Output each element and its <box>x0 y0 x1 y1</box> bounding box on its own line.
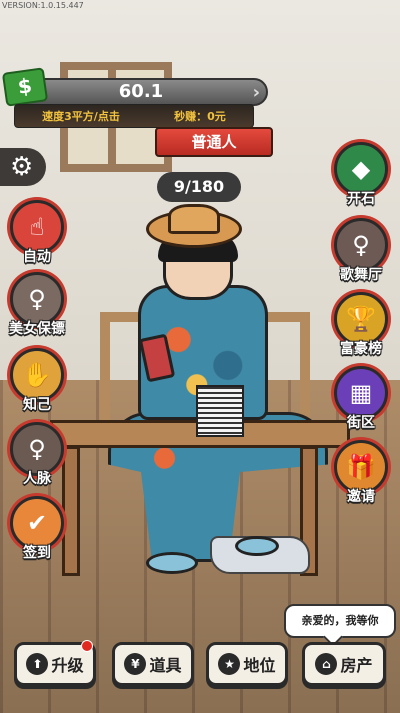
progress-counter: 9/180 <box>157 172 241 202</box>
dance-hall-button[interactable]: ♀ 歌舞厅 <box>326 218 396 284</box>
settings-button[interactable]: ⚙ <box>0 148 46 186</box>
rich-list-label: 富豪榜 <box>340 341 382 357</box>
confidant-button[interactable]: ✋ 知己 <box>2 348 72 414</box>
version-label: VERSION:1.0.15.447 <box>2 1 84 10</box>
confidant-label: 知己 <box>23 397 51 413</box>
bodyguard-label: 美女保镖 <box>9 321 65 337</box>
property-button[interactable]: ⌂ 房产 <box>302 642 386 686</box>
upgrade-icon: ⬆ <box>26 653 49 675</box>
property-label: 房产 <box>340 656 373 675</box>
rank-title-badge[interactable]: 普通人 <box>155 127 273 157</box>
cash-icon: $ <box>1 67 49 107</box>
invite-label: 邀请 <box>347 489 375 505</box>
notification-dot <box>81 640 93 652</box>
house-icon: ⌂ <box>315 653 338 675</box>
money-value: 60.1 <box>118 81 164 102</box>
slipper-right <box>235 536 279 556</box>
invite-button[interactable]: 🎁 邀请 <box>326 440 396 506</box>
book-stack <box>196 385 244 437</box>
auto-button[interactable]: ☝ 自动 <box>2 200 72 266</box>
open-stone-label: 开石 <box>347 191 375 207</box>
income-info-bar: 速度3平方/点击 秒赚：0元 <box>14 104 254 128</box>
medal-icon: ★ <box>218 653 241 675</box>
dance-hall-label: 歌舞厅 <box>340 267 382 283</box>
open-stone-button[interactable]: ◆ 开石 <box>326 142 396 208</box>
auto-label: 自动 <box>23 249 51 265</box>
income-text: 秒赚：0元 <box>174 110 226 123</box>
bodyguard-button[interactable]: ♀ 美女保镖 <box>2 272 72 338</box>
checkin-button[interactable]: ✔ 签到 <box>2 496 72 562</box>
straw-hat-top <box>168 204 220 234</box>
chevron-right-icon: › <box>252 82 260 103</box>
money-bar[interactable]: 60.1 › <box>14 78 268 106</box>
speech-bubble: 亲爱的，我等你 <box>284 604 396 638</box>
rich-list-button[interactable]: 🏆 富豪榜 <box>326 292 396 358</box>
items-label: 道具 <box>149 656 182 675</box>
items-button[interactable]: ¥ 道具 <box>112 642 194 686</box>
slipper-left <box>146 552 198 574</box>
connections-label: 人脉 <box>23 471 51 487</box>
checkin-label: 签到 <box>23 545 51 561</box>
upgrade-label: 升级 <box>51 656 84 675</box>
status-button[interactable]: ★ 地位 <box>206 642 288 686</box>
speed-text: 速度3平方/点击 <box>42 110 120 123</box>
connections-button[interactable]: ♀ 人脉 <box>2 422 72 488</box>
street-block-label: 街区 <box>347 415 375 431</box>
status-label: 地位 <box>243 656 276 675</box>
piggy-bank-icon: ¥ <box>124 653 147 675</box>
street-block-button[interactable]: ▦ 街区 <box>326 366 396 432</box>
gear-icon: ⚙ <box>10 152 34 182</box>
